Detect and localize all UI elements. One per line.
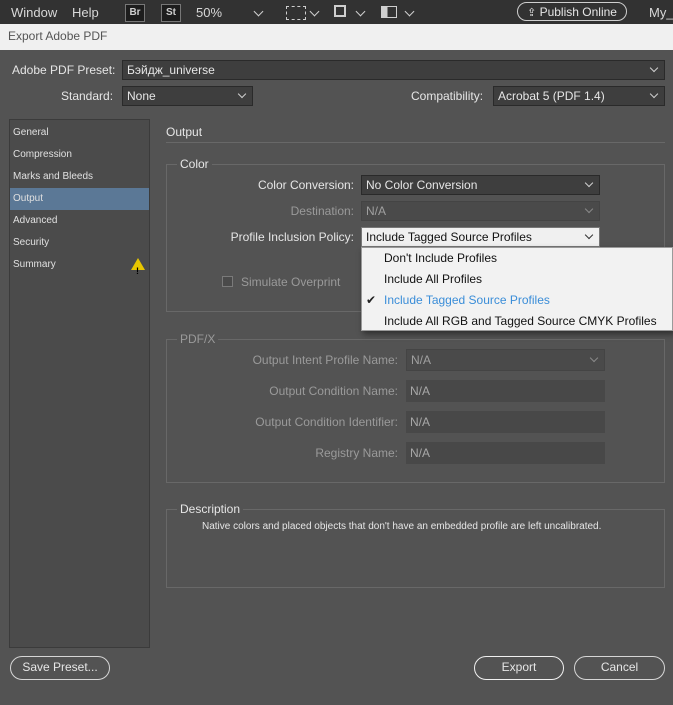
menu-item-include-rgb-tagged-cmyk[interactable]: Include All RGB and Tagged Source CMYK P… xyxy=(384,314,657,328)
sidebar-item-security[interactable]: Security xyxy=(10,232,149,254)
color-conversion-select[interactable]: No Color Conversion xyxy=(361,175,600,195)
preset-value: Бэйдж_universe xyxy=(127,63,215,77)
menu-item-dont-include[interactable]: Don't Include Profiles xyxy=(384,251,497,265)
chevron-down-icon xyxy=(584,230,594,240)
destination-label: Destination: xyxy=(290,204,354,218)
sidebar-item-label: Summary xyxy=(13,259,56,270)
simulate-overprint-checkbox[interactable] xyxy=(222,276,233,287)
pdfx-group-title: PDF/X xyxy=(177,332,219,346)
menu-help[interactable]: Help xyxy=(72,5,99,20)
menu-window[interactable]: Window xyxy=(11,5,57,20)
color-conversion-value: No Color Conversion xyxy=(366,178,478,192)
destination-value: N/A xyxy=(366,204,387,218)
profile-inclusion-label: Profile Inclusion Policy: xyxy=(230,230,354,244)
standard-select[interactable]: None xyxy=(122,86,253,106)
output-condition-name-label: Output Condition Name: xyxy=(269,384,398,398)
screen-mode-chevron-down-icon[interactable] xyxy=(355,6,366,17)
section-title: Output xyxy=(166,125,203,139)
registry-name-label: Registry Name: xyxy=(315,446,398,460)
user-label: My_ xyxy=(649,5,673,20)
standard-label: Standard: xyxy=(61,89,114,103)
sidebar-item-label: Security xyxy=(13,237,50,248)
description-group-title: Description xyxy=(177,502,244,516)
menu-item-include-all[interactable]: Include All Profiles xyxy=(384,272,482,286)
sidebar-item-label: Output xyxy=(13,193,44,204)
cancel-button[interactable]: Cancel xyxy=(574,656,665,680)
warning-icon: ! xyxy=(131,258,145,276)
profile-inclusion-select[interactable]: Include Tagged Source Profiles xyxy=(361,227,600,247)
sidebar-item-general[interactable]: General xyxy=(10,122,149,144)
output-intent-select: N/A xyxy=(406,349,605,371)
app-menubar: Window Help Br St 50% ⇪ Publish Online M… xyxy=(0,0,673,24)
export-button[interactable]: Export xyxy=(474,656,564,680)
output-intent-label: Output Intent Profile Name: xyxy=(252,353,398,367)
description-text: Native colors and placed objects that do… xyxy=(202,521,602,532)
zoom-level[interactable]: 50% xyxy=(196,5,222,20)
sidebar-item-label: General xyxy=(13,127,49,138)
chevron-down-icon xyxy=(589,353,599,363)
sidebar-item-label: Advanced xyxy=(13,215,58,226)
chevron-down-icon xyxy=(237,89,247,99)
compatibility-select[interactable]: Acrobat 5 (PDF 1.4) xyxy=(493,86,665,106)
screen-mode-icon[interactable] xyxy=(334,5,346,17)
registry-name-field: N/A xyxy=(406,442,605,464)
chevron-down-icon xyxy=(649,63,659,73)
publish-online-label: Publish Online xyxy=(539,5,617,19)
section-divider xyxy=(166,142,665,143)
chevron-down-icon xyxy=(584,204,594,214)
output-condition-identifier-label: Output Condition Identifier: xyxy=(255,415,398,429)
sidebar-item-advanced[interactable]: Advanced xyxy=(10,210,149,232)
sidebar-item-compression[interactable]: Compression xyxy=(10,144,149,166)
output-intent-value: N/A xyxy=(411,353,432,367)
chevron-down-icon xyxy=(649,89,659,99)
sidebar-item-label: Marks and Bleeds xyxy=(13,171,94,182)
zoom-chevron-down-icon[interactable] xyxy=(253,6,264,17)
destination-select: N/A xyxy=(361,201,600,221)
dialog-titlebar: Export Adobe PDF xyxy=(0,24,673,50)
view-chevron-down-icon[interactable] xyxy=(309,6,320,17)
compatibility-label: Compatibility: xyxy=(411,89,484,103)
sidebar-item-label: Compression xyxy=(13,149,72,160)
dialog-title: Export Adobe PDF xyxy=(8,29,108,43)
view-options-icon[interactable] xyxy=(286,6,306,20)
sidebar-item-summary[interactable]: Summary ! xyxy=(10,254,149,276)
profile-inclusion-menu: Don't Include Profiles Include All Profi… xyxy=(361,247,673,331)
chevron-down-icon xyxy=(584,178,594,188)
save-preset-button[interactable]: Save Preset... xyxy=(10,656,110,680)
preset-select[interactable]: Бэйдж_universe xyxy=(122,60,665,80)
preset-label: Adobe PDF Preset: xyxy=(12,63,116,77)
publish-online-button[interactable]: ⇪ Publish Online xyxy=(517,2,627,21)
arrange-documents-icon[interactable] xyxy=(381,6,397,18)
profile-inclusion-value: Include Tagged Source Profiles xyxy=(366,230,532,244)
upload-icon: ⇪ xyxy=(527,7,537,19)
standard-value: None xyxy=(127,89,156,103)
menu-item-include-tagged[interactable]: Include Tagged Source Profiles xyxy=(384,293,550,307)
simulate-overprint-label: Simulate Overprint xyxy=(241,275,341,289)
category-sidebar: General Compression Marks and Bleeds Out… xyxy=(9,119,150,648)
stock-icon[interactable]: St xyxy=(161,4,181,22)
arrange-chevron-down-icon[interactable] xyxy=(404,6,415,17)
bridge-icon[interactable]: Br xyxy=(125,4,145,22)
sidebar-item-marks-and-bleeds[interactable]: Marks and Bleeds xyxy=(10,166,149,188)
sidebar-item-output[interactable]: Output xyxy=(10,188,149,210)
color-conversion-label: Color Conversion: xyxy=(257,178,354,192)
compatibility-value: Acrobat 5 (PDF 1.4) xyxy=(498,89,605,103)
color-group-title: Color xyxy=(177,157,212,171)
output-condition-name-field: N/A xyxy=(406,380,605,402)
output-condition-identifier-field: N/A xyxy=(406,411,605,433)
checkmark-icon: ✔ xyxy=(366,293,377,307)
